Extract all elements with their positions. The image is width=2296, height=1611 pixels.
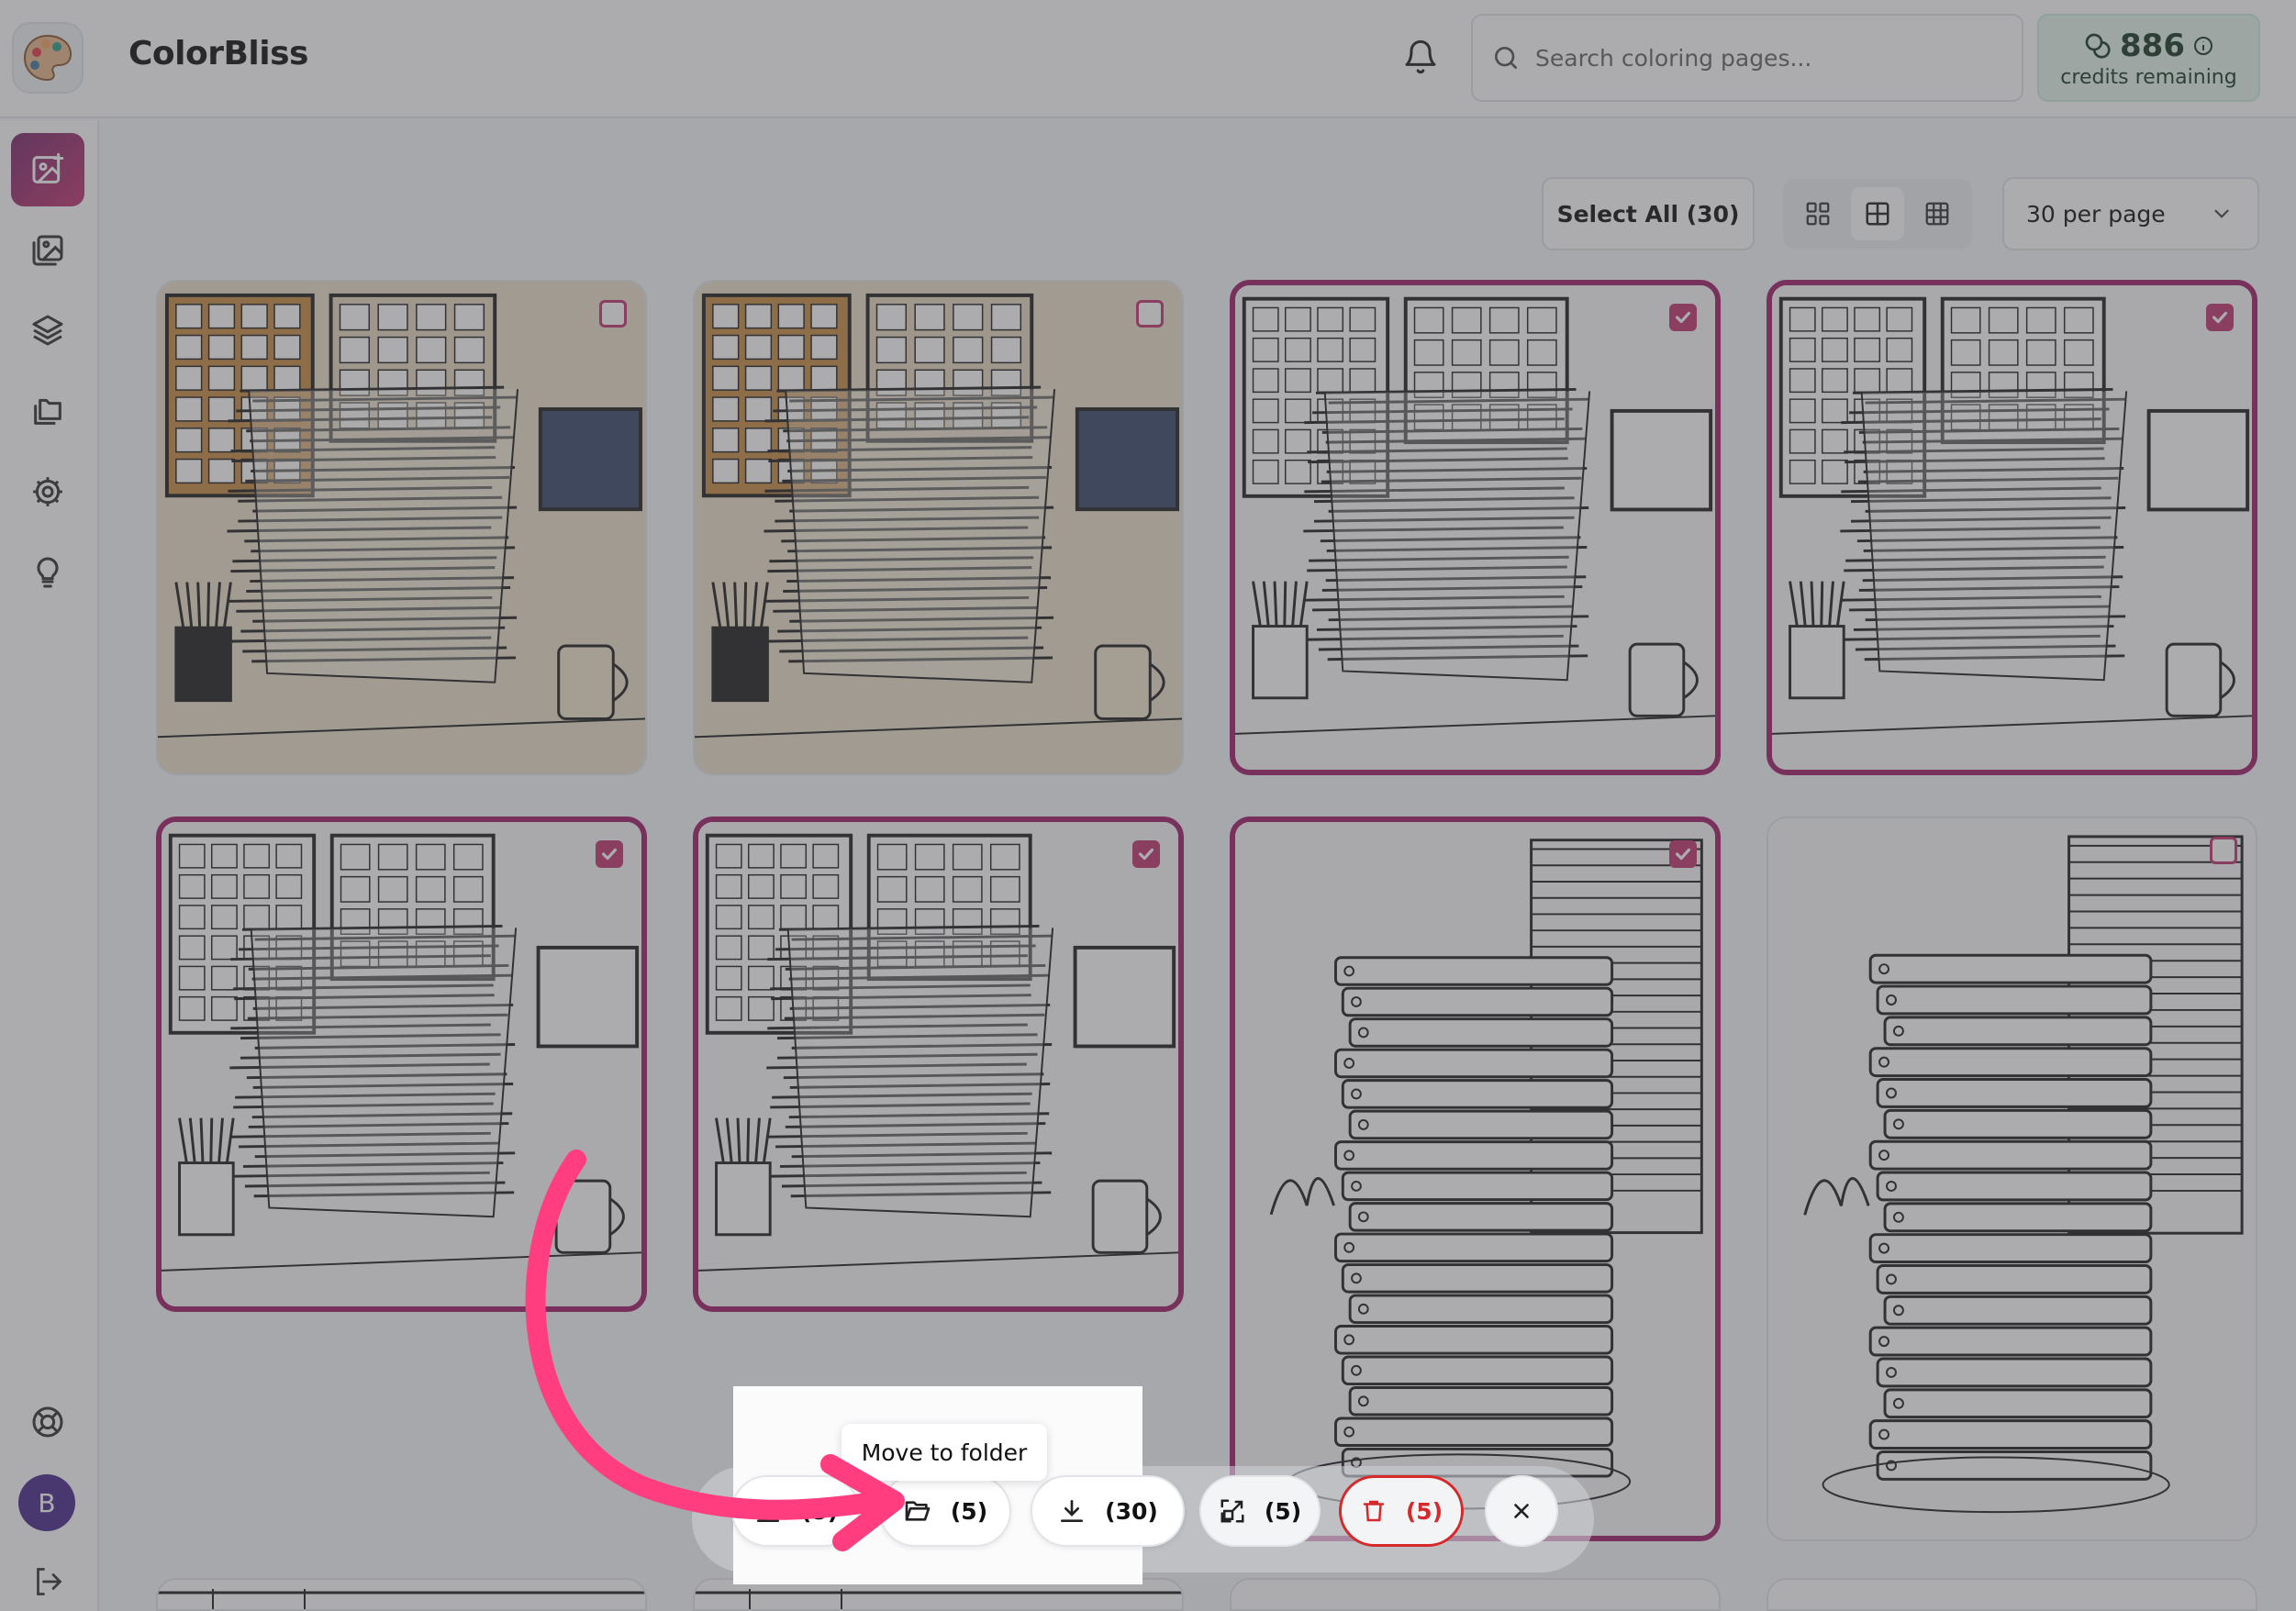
sidebar-item-collections[interactable] xyxy=(11,294,84,367)
select-checkbox[interactable] xyxy=(1132,840,1160,868)
credits-number: 886 xyxy=(2120,27,2185,64)
select-checkbox[interactable] xyxy=(1669,840,1697,868)
gear-icon xyxy=(33,477,62,506)
image-card[interactable] xyxy=(1230,817,1721,1541)
delete-count: (5) xyxy=(1405,1497,1443,1525)
per-page-select[interactable]: 30 per page xyxy=(2002,177,2259,250)
credits-label: credits remaining xyxy=(2060,65,2237,89)
image-card[interactable] xyxy=(1230,280,1721,775)
coloring-page-image xyxy=(158,1589,645,1609)
credits-badge[interactable]: 886 credits remaining xyxy=(2037,14,2260,102)
check-icon xyxy=(1138,848,1154,861)
clear-selection-button[interactable] xyxy=(1485,1475,1558,1547)
upscale-selected-button[interactable]: (5) xyxy=(1199,1475,1321,1547)
download-selected-button[interactable]: (5) xyxy=(731,1475,860,1547)
lightbulb-icon xyxy=(37,557,59,588)
select-checkbox[interactable] xyxy=(596,840,623,868)
chevron-down-icon xyxy=(2214,209,2229,218)
sidebar-item-create[interactable] xyxy=(11,133,84,206)
coloring-page-image xyxy=(1235,285,1715,770)
per-page-value: 30 per page xyxy=(2026,200,2166,228)
image-card[interactable] xyxy=(1767,817,2257,1541)
grid-icon xyxy=(1866,202,1889,226)
view-size-toggle xyxy=(1783,179,1972,249)
sidebar-item-folders[interactable] xyxy=(11,374,84,448)
select-checkbox[interactable] xyxy=(1136,300,1164,328)
layers-icon xyxy=(32,315,63,346)
download-selected-count: (5) xyxy=(800,1497,839,1525)
move-count: (5) xyxy=(950,1497,988,1525)
folders-icon xyxy=(34,398,61,425)
close-icon xyxy=(1514,1504,1529,1518)
grid-2x2-icon xyxy=(1806,202,1830,226)
coloring-page-image xyxy=(695,1589,1182,1609)
sidebar-item-help[interactable] xyxy=(11,1385,84,1459)
image-plus-icon xyxy=(32,152,64,183)
gallery-icon xyxy=(32,235,63,266)
coloring-page-image xyxy=(695,282,1182,773)
check-icon xyxy=(1675,311,1691,324)
trash-icon xyxy=(1363,1500,1385,1522)
notifications-bell-icon[interactable] xyxy=(1399,35,1443,79)
view-large-grid-button[interactable] xyxy=(1791,187,1845,240)
select-checkbox[interactable] xyxy=(2210,837,2237,864)
image-card[interactable] xyxy=(693,280,1184,775)
check-icon xyxy=(1675,848,1691,861)
search-icon xyxy=(1495,47,1517,69)
logout-icon xyxy=(37,1568,62,1595)
image-card[interactable] xyxy=(156,817,647,1312)
upscale-icon xyxy=(1220,1499,1244,1523)
sidebar-item-ideas[interactable] xyxy=(11,536,84,609)
logout-button[interactable] xyxy=(11,1545,84,1611)
image-card[interactable] xyxy=(156,280,647,775)
page: ColorBliss Search coloring pages... 886 … xyxy=(0,0,2296,1611)
search-input[interactable]: Search coloring pages... xyxy=(1471,14,2023,102)
download-icon xyxy=(1061,1500,1084,1522)
sidebar xyxy=(0,120,99,1611)
coloring-page-image xyxy=(162,822,641,1306)
select-checkbox[interactable] xyxy=(1669,304,1697,331)
check-icon xyxy=(601,848,618,861)
select-all-button[interactable]: Select All (30) xyxy=(1542,177,1755,250)
app-logo[interactable] xyxy=(12,22,84,94)
app-title: ColorBliss xyxy=(128,35,308,72)
coins-icon xyxy=(2085,33,2111,59)
image-card[interactable] xyxy=(1767,280,2257,775)
image-card[interactable] xyxy=(156,1578,647,1611)
download-all-count: (30) xyxy=(1105,1497,1158,1525)
grid-3x3-icon xyxy=(1925,202,1949,226)
select-checkbox[interactable] xyxy=(2206,304,2234,331)
image-card[interactable] xyxy=(693,817,1184,1312)
download-icon xyxy=(756,1500,779,1522)
view-small-grid-button[interactable] xyxy=(1911,187,1964,240)
view-medium-grid-button[interactable] xyxy=(1850,187,1904,240)
download-all-button[interactable]: (30) xyxy=(1031,1475,1185,1547)
coloring-page-image xyxy=(698,822,1178,1306)
coloring-page-image xyxy=(158,282,645,773)
image-card[interactable] xyxy=(1767,1578,2257,1611)
check-icon xyxy=(2212,311,2228,324)
top-bar: ColorBliss Search coloring pages... 886 … xyxy=(0,0,2296,118)
upscale-count: (5) xyxy=(1264,1497,1302,1525)
select-checkbox[interactable] xyxy=(599,300,627,328)
avatar[interactable]: B xyxy=(18,1474,75,1531)
sidebar-item-gallery[interactable] xyxy=(11,214,84,287)
folder-open-icon xyxy=(905,1501,931,1521)
image-card[interactable] xyxy=(1230,1578,1721,1611)
move-to-folder-tooltip: Move to folder xyxy=(841,1424,1047,1481)
move-to-folder-button[interactable]: (5) xyxy=(879,1475,1011,1547)
sidebar-item-settings[interactable] xyxy=(11,455,84,528)
delete-selected-button[interactable]: (5) xyxy=(1339,1475,1464,1547)
coloring-page-image xyxy=(1235,822,1715,1536)
coloring-page-image xyxy=(1772,285,2252,770)
search-placeholder: Search coloring pages... xyxy=(1535,44,1812,72)
coloring-page-image xyxy=(1768,818,2256,1539)
help-lifebuoy-icon xyxy=(32,1406,63,1438)
info-icon[interactable] xyxy=(2192,35,2214,57)
palette-icon xyxy=(23,34,72,82)
